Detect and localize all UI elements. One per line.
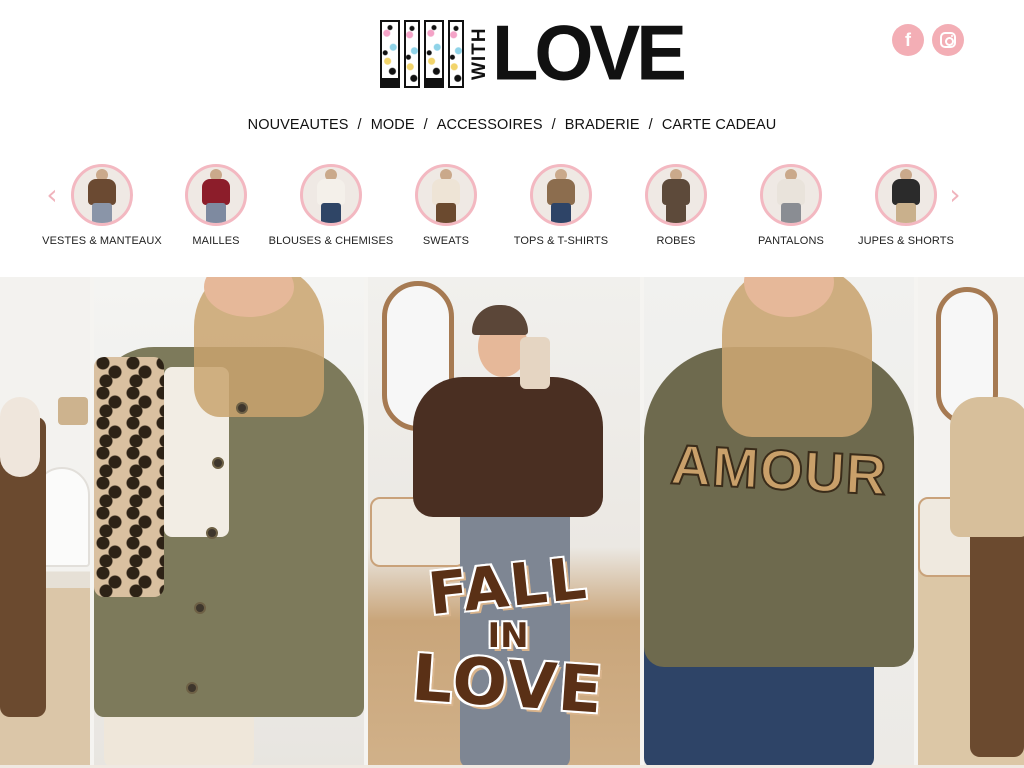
hero-photo-left-edge — [0, 277, 90, 768]
model-figure — [0, 397, 40, 477]
facebook-icon[interactable]: f — [892, 24, 924, 56]
hero-banner[interactable]: FALL IN LOVE AMOUR — [0, 277, 1024, 768]
nav-separator: / — [648, 117, 653, 133]
site-header: WITH LOVE f — [0, 0, 1024, 110]
brand-logo[interactable]: WITH LOVE — [380, 10, 687, 97]
model-figure — [970, 517, 1024, 757]
category-thumbnail — [71, 164, 133, 226]
logo-letter-i — [404, 20, 420, 88]
nav-separator: / — [357, 117, 362, 133]
leopard-lining-shape — [94, 357, 164, 597]
category-thumbnail — [530, 164, 592, 226]
category-thumbnail — [645, 164, 707, 226]
nav-item-braderie[interactable]: BRADERIE — [565, 117, 640, 133]
logo-lili-mark — [380, 20, 468, 88]
instagram-glyph — [940, 32, 956, 48]
nav-item-carte-cadeau[interactable]: CARTE CADEAU — [662, 117, 777, 133]
sweater-print-text: AMOUR — [668, 431, 890, 507]
category-thumbnail — [760, 164, 822, 226]
chevron-right-icon[interactable]: › — [945, 180, 965, 210]
cap-shape — [472, 305, 528, 335]
phone-shape — [520, 337, 550, 389]
logo-letter-l — [424, 20, 444, 88]
nav-item-mode[interactable]: MODE — [371, 117, 415, 133]
nav-separator: / — [551, 117, 556, 133]
fall-in-love-line: LOVE — [409, 641, 607, 729]
hero-photo-fall-in-love: FALL IN LOVE — [368, 277, 640, 768]
hero-photo-amour-sweater: AMOUR — [644, 277, 914, 768]
category-label: JUPES & SHORTS — [858, 235, 954, 247]
model-figure — [413, 377, 603, 517]
logo-letter-i — [448, 20, 464, 88]
model-figure — [950, 397, 1024, 537]
nav-separator: / — [423, 117, 428, 133]
category-thumbnail — [300, 164, 362, 226]
nav-item-nouveautes[interactable]: NOUVEAUTES — [248, 117, 349, 133]
nav-item-accessoires[interactable]: ACCESSOIRES — [437, 117, 543, 133]
logo-letter-l — [380, 20, 400, 88]
category-carousel: ‹ VESTES & MANTEAUX MAILLES BLOUSES & CH… — [0, 160, 1024, 260]
logo-love-text: LOVE — [492, 10, 687, 97]
category-thumbnail — [415, 164, 477, 226]
logo-with-text: WITH — [469, 27, 490, 81]
lamp-shape — [58, 397, 88, 425]
hero-photo-khaki-jacket — [94, 277, 364, 768]
category-thumbnail — [185, 164, 247, 226]
social-links: f — [892, 24, 964, 56]
hero-photo-right-edge — [918, 277, 1024, 768]
category-thumbnail — [875, 164, 937, 226]
main-nav: NOUVEAUTES / MODE / ACCESSOIRES / BRADER… — [0, 117, 1024, 133]
fall-in-love-line: FALL — [424, 543, 592, 629]
instagram-icon[interactable] — [932, 24, 964, 56]
fall-in-love-title: FALL IN LOVE — [408, 544, 608, 729]
